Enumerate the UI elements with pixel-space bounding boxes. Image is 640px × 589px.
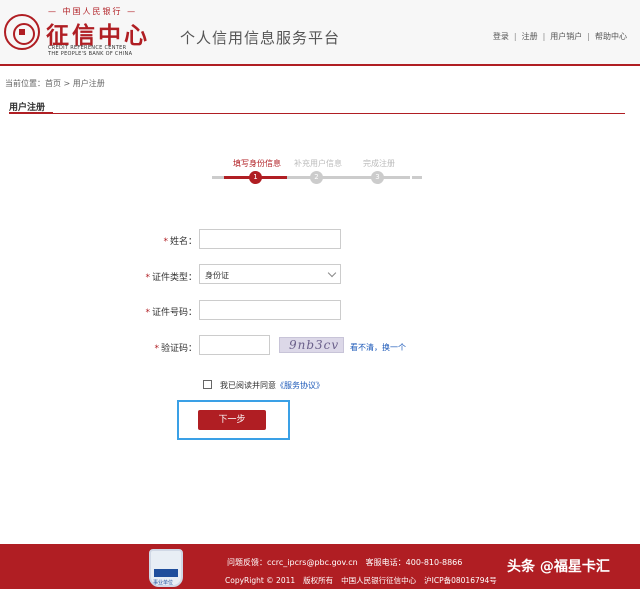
step-dot-2: 2: [310, 171, 323, 184]
id-type-selected-value: 身份证: [205, 271, 229, 280]
next-step-button[interactable]: 下一步: [198, 410, 266, 430]
section-divider: [9, 113, 625, 114]
required-mark: *: [145, 308, 150, 318]
badge-text: 事业单位: [153, 580, 174, 586]
ccrc-emblem-icon: [4, 14, 40, 50]
feedback-email: ccrc_ipcrs@pbc.gov.cn: [267, 558, 358, 567]
step-label-2: 补充用户信息: [294, 159, 342, 168]
breadcrumb-prefix: 当前位置：: [5, 79, 45, 88]
agree-text: 我已阅读并同意《服务协议》: [220, 380, 324, 391]
step-dot-3: 3: [371, 171, 384, 184]
login-link[interactable]: 登录: [493, 32, 509, 41]
agree-label: 我已阅读并同意: [220, 381, 276, 390]
footer-contact-line: 问题反馈：ccrc_ipcrs@pbc.gov.cn 客服电话：400-810-8…: [227, 557, 462, 568]
name-label: * 姓名：: [150, 234, 197, 247]
close-account-link[interactable]: 用户销户: [550, 32, 582, 41]
logo-en-line2: THE PEOPLE'S BANK OF CHINA: [48, 51, 133, 57]
register-link[interactable]: 注册: [522, 32, 538, 41]
public-institution-badge-icon[interactable]: 事业单位: [149, 549, 183, 587]
id-type-label-text: 证件类型：: [151, 273, 197, 283]
help-center-link[interactable]: 帮助中心: [595, 32, 627, 41]
badge-stripe: [154, 569, 178, 577]
required-mark: *: [163, 237, 168, 247]
step-track-start: [212, 176, 224, 179]
nav-separator: |: [513, 32, 517, 41]
id-type-label: * 证件类型：: [130, 270, 197, 283]
captcha-image-text: 9nb3cv: [289, 338, 340, 352]
nav-separator: |: [542, 32, 546, 41]
agree-checkbox[interactable]: [203, 380, 212, 389]
captcha-refresh-link[interactable]: 看不清，换一个: [350, 342, 406, 353]
top-nav-links: 登录 | 注册 | 用户销户 | 帮助中心: [493, 31, 627, 42]
required-mark: *: [145, 273, 150, 283]
section-divider-accent: [9, 112, 53, 114]
site-footer: 事业单位 问题反馈：ccrc_ipcrs@pbc.gov.cn 客服电话：400-…: [0, 544, 640, 589]
breadcrumb: 当前位置：首页 > 用户注册: [5, 78, 105, 89]
step-track-end: [412, 176, 422, 179]
icp-number: 沪ICP备08016794号: [424, 576, 497, 585]
step-label-1: 填写身份信息: [233, 159, 281, 168]
breadcrumb-home-link[interactable]: 首页: [45, 79, 61, 88]
phone-label: 客服电话：: [365, 558, 406, 567]
breadcrumb-separator: >: [61, 79, 73, 88]
captcha-input[interactable]: [199, 335, 270, 355]
phone-number: 400-810-8866: [405, 558, 463, 567]
service-agreement-link[interactable]: 《服务协议》: [276, 381, 324, 390]
name-input[interactable]: [199, 229, 341, 249]
feedback-label: 问题反馈：: [227, 558, 267, 567]
step-track-rest: [287, 176, 410, 179]
id-number-label-text: 证件号码：: [151, 308, 197, 318]
name-label-text: 姓名：: [169, 237, 197, 247]
captcha-label-text: 验证码：: [160, 344, 197, 354]
organization: 中国人民银行征信中心: [341, 576, 417, 585]
id-number-input[interactable]: [199, 300, 341, 320]
rights: 版权所有: [303, 576, 334, 585]
captcha-image[interactable]: 9nb3cv: [279, 337, 344, 353]
id-number-label: * 证件号码：: [130, 305, 197, 318]
nav-separator: |: [587, 32, 590, 41]
copyright: CopyRight © 2011: [225, 576, 296, 585]
step-label-3: 完成注册: [363, 159, 395, 168]
captcha-label: * 验证码：: [140, 341, 197, 354]
step-dot-1: 1: [249, 171, 262, 184]
footer-copyright-line: CopyRight © 2011 版权所有 中国人民银行征信中心 沪ICP备08016…: [225, 575, 497, 586]
site-title: 个人信用信息服务平台: [180, 29, 341, 47]
site-header: — 中国人民银行 — 征信中心 CREDIT REFERENCE CENTER …: [0, 0, 640, 66]
id-type-select[interactable]: 身份证: [199, 264, 341, 284]
chevron-down-icon: [327, 268, 337, 278]
watermark: 头条 @福星卡汇: [507, 559, 610, 575]
required-mark: *: [154, 344, 159, 354]
ccrc-logo[interactable]: — 中国人民银行 — 征信中心 CREDIT REFERENCE CENTER …: [4, 6, 164, 62]
breadcrumb-current: 用户注册: [72, 79, 105, 88]
